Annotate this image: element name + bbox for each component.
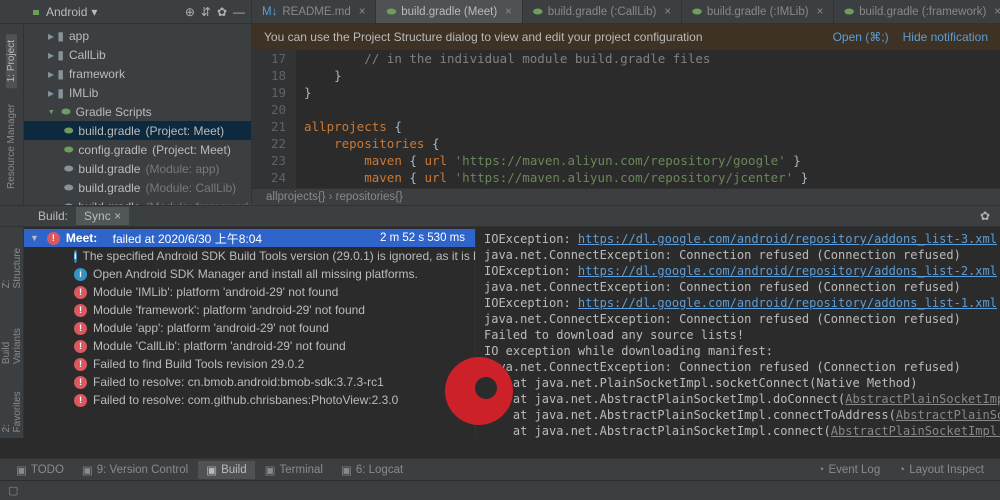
gear-icon[interactable]: ✿ [217,5,227,19]
editor-tab[interactable]: ⬬build.gradle (Meet)× [376,0,522,23]
build-message[interactable]: !Module 'CallLib': platform 'android-29'… [24,337,475,355]
build-summary-row[interactable]: ▼ ! Meet: failed at 2020/6/30 上午8:04 2 m… [24,229,475,247]
bottom-tab[interactable]: ▣ 6: Logcat [333,461,411,479]
editor-tab[interactable]: ⬬build.gradle (:CallLib)× [523,0,682,23]
build-message[interactable]: !Module 'framework': platform 'android-2… [24,301,475,319]
error-icon: ! [47,232,60,245]
chevron-down-icon: ▾ [91,5,97,19]
build-message[interactable]: !Failed to resolve: cn.bmob.android:bmob… [24,373,475,391]
chevron-down-icon: ▼ [30,233,39,243]
error-icon: ! [74,304,87,317]
close-icon[interactable]: × [359,6,366,18]
tree-item[interactable]: ▸ ▮ framework [24,64,251,83]
error-icon: ! [74,322,87,335]
code-editor[interactable]: 17181920212223242526 // in the individua… [252,50,1000,188]
build-message[interactable]: iOpen Android SDK Manager and install al… [24,265,475,283]
bottom-tab[interactable]: ▣ TODO [8,461,72,479]
rail-build-variants[interactable]: Build Variants [1,298,23,370]
hide-panel-icon[interactable]: — [233,5,245,19]
locate-icon[interactable]: ⊕ [185,5,195,19]
build-messages-tree[interactable]: ▼ ! Meet: failed at 2020/6/30 上午8:04 2 m… [24,227,476,438]
build-message[interactable]: !Module 'app': platform 'android-29' not… [24,319,475,337]
rail-project[interactable]: 1: Project [6,34,17,88]
left-tool-rail: 1: Project Resource Manager [0,24,24,205]
error-icon: ! [74,340,87,353]
tree-item[interactable]: ⬬ build.gradle (Module: app) [24,159,251,178]
tree-item[interactable]: ⬬ build.gradle (Project: Meet) [24,121,251,140]
watermark-logo [445,357,513,425]
error-icon: ! [74,358,87,371]
tree-item[interactable]: ⬬ config.gradle (Project: Meet) [24,140,251,159]
bottom-tab[interactable]: ◔ Layout Inspect [890,462,992,478]
build-console[interactable]: IOException: https://dl.google.com/andro… [476,227,1000,438]
close-icon[interactable]: × [664,6,671,18]
project-view-selector[interactable]: Android ▾ [30,5,97,19]
gear-icon[interactable]: ✿ [980,209,990,223]
tree-item[interactable]: ▾ ⬬ Gradle Scripts [24,102,251,121]
rail-structure[interactable]: Z: Structure [1,231,23,294]
info-icon: i [74,268,87,281]
project-tool-header: Android ▾ ⊕ ⇵ ✿ — [24,0,252,23]
error-icon: ! [74,394,87,407]
project-structure-banner: You can use the Project Structure dialog… [252,24,1000,50]
collapse-icon[interactable]: ⇵ [201,5,211,19]
build-message[interactable]: !Module 'IMLib': platform 'android-29' n… [24,283,475,301]
bottom-tool-tabs: ▣ TODO▣ 9: Version Control▣ Build▣ Termi… [0,458,1000,480]
editor-area: You can use the Project Structure dialog… [252,24,1000,205]
rail-favorites[interactable]: 2: Favorites [1,375,23,438]
project-tree[interactable]: ▸ ▮ app▸ ▮ CallLib▸ ▮ framework▸ ▮ IMLib… [24,24,252,205]
error-icon: ! [74,286,87,299]
editor-tab[interactable]: M↓README.md× [252,0,376,23]
close-icon[interactable]: × [817,6,824,18]
bottom-tab[interactable]: ▣ Terminal [257,461,331,479]
tree-item[interactable]: ▸ ▮ CallLib [24,45,251,64]
build-message[interactable]: !Failed to find Build Tools revision 29.… [24,355,475,373]
build-tool-header: Build: Sync × ✿ [0,205,1000,227]
close-icon[interactable]: × [994,6,1000,18]
android-icon [30,6,42,18]
breadcrumb[interactable]: allprojects{} › repositories{} [252,188,1000,205]
banner-hide-link[interactable]: Hide notification [903,30,988,44]
bottom-tab[interactable]: ▣ Build [198,461,254,479]
build-sync-tab[interactable]: Sync × [76,207,129,225]
build-message[interactable]: !Failed to resolve: com.github.chrisbane… [24,391,475,409]
rail-resource-manager[interactable]: Resource Manager [6,98,17,195]
editor-tab[interactable]: ⬬build.gradle (:framework)× [834,0,1000,23]
bottom-tab[interactable]: ▣ 9: Version Control [74,461,196,479]
gutter: 17181920212223242526 [252,50,296,188]
tree-item[interactable]: ⬬ build.gradle (Module: CallLib) [24,178,251,197]
tree-item[interactable]: ⬬ build.gradle (Module: framework) [24,197,251,205]
left-tool-rail-lower: Z: Structure Build Variants 2: Favorites [0,227,24,438]
info-icon: i [74,250,77,263]
build-message[interactable]: iThe specified Android SDK Build Tools v… [24,247,475,265]
close-icon[interactable]: × [505,6,512,18]
error-icon: ! [74,376,87,389]
tree-item[interactable]: ▸ ▮ IMLib [24,83,251,102]
banner-open-link[interactable]: Open (⌘;) [833,30,889,44]
status-bar: ▢ [0,480,1000,500]
status-icon[interactable]: ▢ [8,484,18,497]
editor-tab[interactable]: ⬬build.gradle (:IMLib)× [682,0,834,23]
bottom-tab[interactable]: ◔ Event Log [809,462,888,478]
editor-tabs: M↓README.md×⬬build.gradle (Meet)×⬬build.… [252,0,1000,23]
build-label: Build: [30,207,76,225]
tree-item[interactable]: ▸ ▮ app [24,26,251,45]
close-icon[interactable]: × [114,209,121,223]
